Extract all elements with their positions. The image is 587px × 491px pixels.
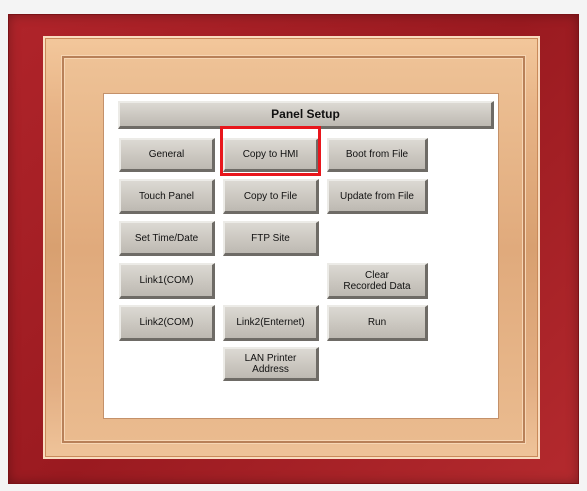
lan-printer-address-button[interactable]: LAN Printer Address [223, 347, 319, 381]
touch-panel-button[interactable]: Touch Panel [119, 179, 215, 214]
run-button[interactable]: Run [327, 305, 428, 341]
update-from-file-button[interactable]: Update from File [327, 179, 428, 214]
general-button[interactable]: General [119, 138, 215, 172]
ftp-site-button[interactable]: FTP Site [223, 221, 319, 256]
copy-to-file-button[interactable]: Copy to File [223, 179, 319, 214]
set-time-date-button[interactable]: Set Time/Date [119, 221, 215, 256]
panel-setup-title: Panel Setup [118, 101, 494, 129]
copy-to-hmi-button[interactable]: Copy to HMI [223, 138, 319, 172]
clear-recorded-data-button[interactable]: Clear Recorded Data [327, 263, 428, 299]
link1-com-button[interactable]: Link1(COM) [119, 263, 215, 299]
link2-com-button[interactable]: Link2(COM) [119, 305, 215, 341]
boot-from-file-button[interactable]: Boot from File [327, 138, 428, 172]
link2-enternet-button[interactable]: Link2(Enternet) [223, 305, 319, 341]
